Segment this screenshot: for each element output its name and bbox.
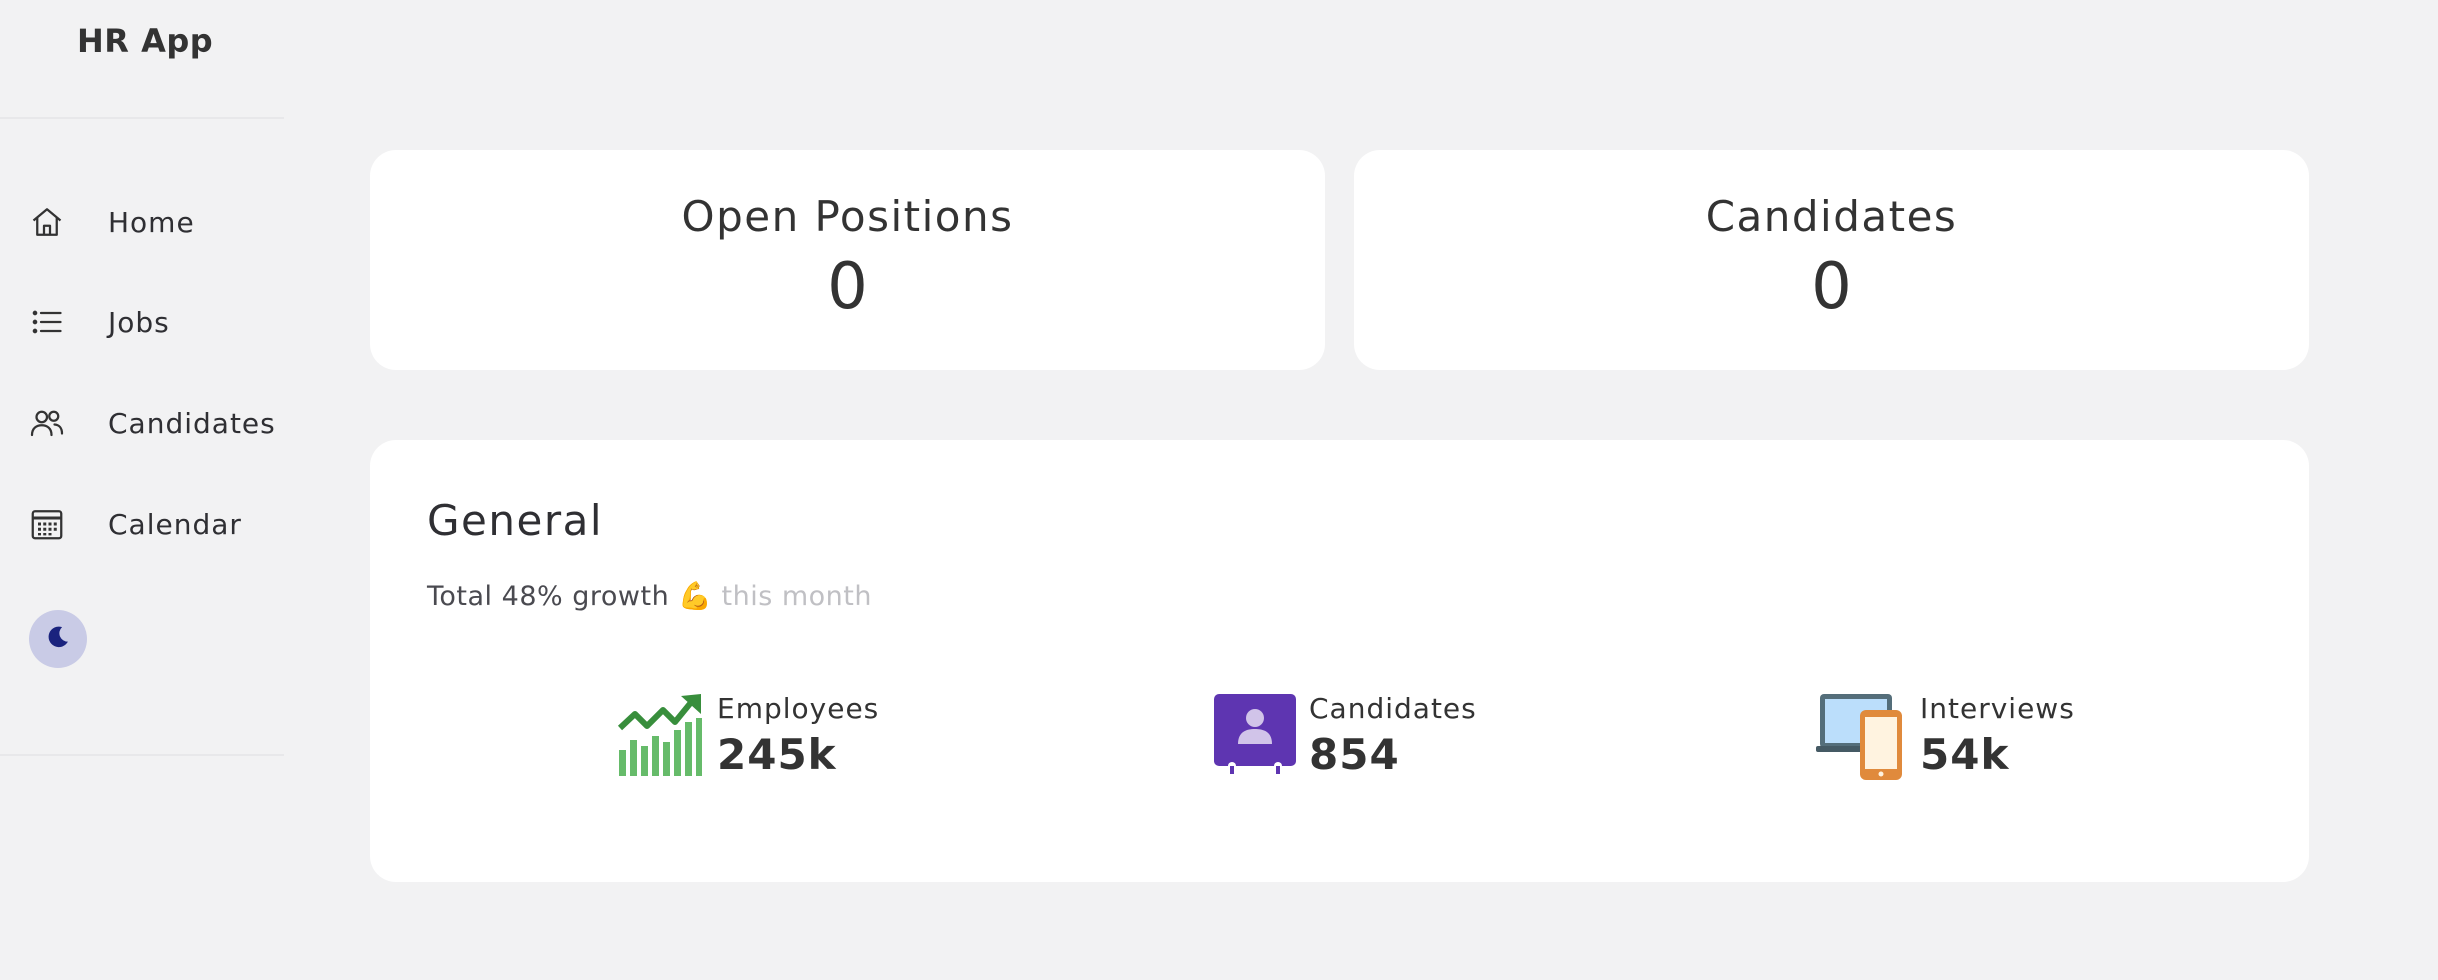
calendar-icon (28, 505, 66, 543)
sidebar-item-label: Candidates (108, 406, 276, 440)
sidebar-item-label: Jobs (108, 305, 170, 339)
metric-value: 54k (1920, 730, 2010, 779)
growth-text: Total 48% growth (427, 581, 670, 612)
sidebar-item-calendar[interactable]: Calendar (0, 494, 284, 554)
sidebar-item-home[interactable]: Home (0, 192, 284, 252)
growth-chart-icon (617, 692, 703, 778)
metric-label: Candidates (1309, 692, 1477, 725)
stat-value: 0 (1811, 250, 1852, 324)
metric-label: Employees (717, 692, 880, 725)
sidebar-top-divider (0, 117, 284, 119)
sidebar-item-label: Calendar (108, 507, 242, 541)
sidebar-item-candidates[interactable]: Candidates (0, 393, 284, 453)
stat-value: 0 (827, 250, 868, 324)
person-badge-icon (1212, 692, 1298, 778)
moon-icon (44, 623, 72, 655)
sidebar-item-label: Home (108, 205, 195, 239)
growth-period: this month (721, 581, 872, 612)
theme-toggle-button[interactable] (29, 610, 87, 668)
flexed-biceps-icon: 💪 (678, 581, 713, 612)
stat-title: Candidates (1705, 192, 1958, 241)
candidates-card: Candidates 0 (1354, 150, 2309, 370)
users-icon (28, 404, 66, 442)
metric-value: 245k (717, 730, 837, 779)
metric-label: Interviews (1920, 692, 2075, 725)
stat-title: Open Positions (681, 192, 1014, 241)
open-positions-card: Open Positions 0 (370, 150, 1325, 370)
metric-value: 854 (1309, 730, 1400, 779)
list-icon (28, 303, 66, 341)
home-icon (28, 203, 66, 241)
general-title: General (427, 496, 604, 545)
sidebar: HR App Home Jobs Candidates Calendar (0, 0, 284, 980)
sidebar-item-jobs[interactable]: Jobs (0, 292, 284, 352)
app-title: HR App (77, 22, 214, 60)
general-card: General Total 48% growth 💪 this month Em… (370, 440, 2309, 882)
devices-icon (1816, 692, 1902, 780)
sidebar-bottom-divider (0, 754, 284, 756)
growth-summary: Total 48% growth 💪 this month (427, 580, 872, 612)
